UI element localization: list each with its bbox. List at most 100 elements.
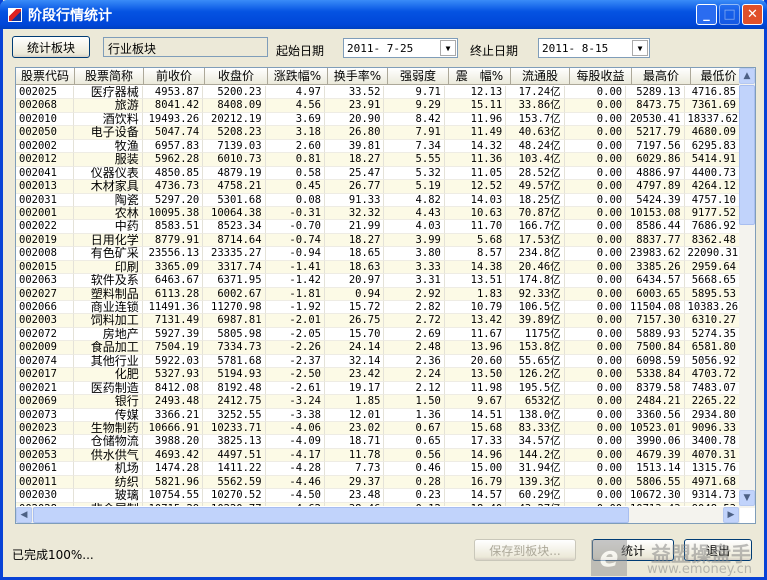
cell-float-shares: 234.8亿	[506, 247, 565, 261]
column-header-turnover[interactable]: 换手率%	[328, 68, 388, 85]
table-row[interactable]: 002031 陶瓷 5297.20 5301.68 0.08 91.33 4.82 14.03…	[16, 193, 740, 207]
stat-block-button[interactable]: 统计板块	[12, 36, 90, 58]
cell-name: 银行	[74, 395, 143, 409]
table-row[interactable]: 002027 塑料制品 6113.28 6002.67 -1.81 0.94 2.92 1.8…	[16, 287, 740, 301]
title-bar[interactable]: 阶段行情统计 _ □ ✕	[0, 0, 767, 29]
table-row[interactable]: 002012 服装 5962.28 6010.73 0.81 18.27 5.55 11.36…	[16, 153, 740, 167]
table-row[interactable]: 002069 银行 2493.48 2412.75 -3.24 1.85 1.50 9.67 6…	[16, 395, 740, 409]
cell-turnover: 23.02	[325, 421, 385, 436]
cell-code: 002023	[16, 421, 75, 436]
cell-close: 20212.19	[203, 112, 266, 127]
maximize-icon[interactable]: □	[719, 4, 740, 25]
cell-amplitude: 9.67	[444, 395, 507, 409]
column-header-float-shares[interactable]: 流通股	[511, 68, 570, 85]
cell-code: 002072	[16, 327, 75, 342]
table-row[interactable]: 002025 医疗器械 4953.87 5200.23 4.97 33.52 9.71 12.…	[16, 86, 740, 100]
scroll-up-icon[interactable]: ▲	[739, 68, 755, 84]
column-header-prev-close[interactable]: 前收价	[144, 68, 205, 85]
cell-float-shares: 33.86亿	[506, 99, 565, 113]
save-to-block-button[interactable]: 保存到板块...	[474, 539, 576, 561]
cell-strength: 4.82	[384, 193, 445, 207]
column-header-amplitude[interactable]: 震 幅%	[449, 68, 511, 85]
table-row[interactable]: 002022 中药 8583.51 8523.34 -0.70 21.99 4.03 11.7…	[16, 220, 740, 234]
table-row[interactable]: 002030 玻璃 10754.55 10270.52 -4.50 23.48 0.23 14…	[16, 489, 740, 503]
table-row[interactable]: 002019 日用化学 8779.91 8714.64 -0.74 18.27 3.99 5.…	[16, 233, 740, 248]
cell-low: 4971.68	[684, 475, 740, 490]
cell-eps: 0.00	[564, 381, 627, 396]
table-row[interactable]: 002001 农林 10095.38 10064.38 -0.31 32.32 4.43 10…	[16, 206, 740, 221]
cell-turnover: 18.27	[325, 233, 385, 248]
table-row[interactable]: 002053 供水供气 4693.42 4497.51 -4.17 11.78 0.56 14…	[16, 448, 740, 463]
table-row[interactable]: 002063 软件及系 6463.67 6371.95 -1.42 20.97 3.31 13…	[16, 274, 740, 288]
table-row[interactable]: 002023 生物制药 10666.91 10233.71 -4.06 23.02 0.67…	[16, 421, 740, 436]
table-row[interactable]: 002068 旅游 8041.42 8408.09 4.56 23.91 9.29 15.11…	[16, 99, 740, 113]
cell-turnover: 1.85	[325, 395, 385, 409]
cell-amplitude: 14.38	[444, 260, 507, 275]
cell-strength: 0.56	[384, 448, 445, 463]
cell-strength: 2.69	[384, 327, 445, 342]
vertical-scrollbar[interactable]: ▲ ▼	[739, 68, 755, 508]
cell-prev-close: 6957.83	[142, 139, 204, 154]
cell-float-shares: 39.89亿	[506, 314, 565, 328]
cell-close: 8408.09	[203, 99, 266, 113]
table-row[interactable]: 002072 房地产 5927.39 5805.98 -2.05 15.70 2.69 11.…	[16, 327, 740, 342]
table-row[interactable]: 002066 商业连锁 11491.36 11270.98 -1.92 15.72 2.82…	[16, 301, 740, 315]
table-row[interactable]: 002013 木材家具 4736.73 4758.21 0.45 26.77 5.19 12.…	[16, 180, 740, 194]
close-icon[interactable]: ✕	[742, 4, 763, 25]
table-row[interactable]: 002009 食品加工 7504.19 7334.73 -2.26 24.14 2.48 13…	[16, 341, 740, 355]
table-row[interactable]: 002010 酒饮料 19493.26 20212.19 3.69 20.90 8.42 11…	[16, 112, 740, 127]
horizontal-scroll-thumb[interactable]	[33, 507, 629, 523]
scroll-left-icon[interactable]: ◀	[16, 507, 32, 523]
column-header-change-pct[interactable]: 涨跌幅%	[268, 68, 328, 85]
column-header-code[interactable]: 股票代码	[16, 68, 75, 85]
table-row[interactable]: 002003 饲料加工 7131.49 6987.81 -2.01 26.75 2.72 13…	[16, 314, 740, 328]
column-header-name[interactable]: 股票简称	[75, 68, 144, 85]
cell-close: 6987.81	[203, 314, 266, 328]
cell-turnover: 32.32	[325, 206, 385, 221]
table-row[interactable]: 002050 电子设备 5047.74 5208.23 3.18 26.80 7.91 11.…	[16, 126, 740, 140]
chevron-down-icon[interactable]: ▼	[440, 40, 456, 56]
table-row[interactable]: 002017 化肥 5327.93 5194.93 -2.50 23.42 2.24 13.5…	[16, 368, 740, 382]
table-row[interactable]: 002015 印刷 3365.09 3317.74 -1.41 18.63 3.33 14.3…	[16, 260, 740, 275]
cell-prev-close: 5327.93	[142, 368, 204, 382]
cell-float-shares: 144.2亿	[506, 448, 565, 463]
column-header-eps[interactable]: 每股收益	[570, 68, 632, 85]
cell-close: 7139.03	[203, 139, 266, 154]
column-header-close[interactable]: 收盘价	[205, 68, 268, 85]
cell-strength: 2.48	[384, 341, 445, 355]
table-row[interactable]: 002021 医药制造 8412.08 8192.48 -2.61 19.17 2.12 11…	[16, 381, 740, 396]
end-date-picker[interactable]: 2011- 8-15 ▼	[538, 38, 650, 58]
cell-amplitude: 14.03	[444, 193, 507, 207]
cell-turnover: 24.14	[325, 341, 385, 355]
chevron-down-icon[interactable]: ▼	[632, 40, 648, 56]
cell-close: 6002.67	[203, 287, 266, 301]
table-row[interactable]: 002008 有色矿采 23556.13 23335.27 -0.94 18.65 3.80…	[16, 247, 740, 261]
minimize-icon[interactable]: _	[696, 4, 717, 25]
cell-change-pct: 2.60	[265, 139, 325, 154]
scroll-right-icon[interactable]: ▶	[723, 507, 739, 523]
table-row[interactable]: 002002 牧渔 6957.83 7139.03 2.60 39.81 7.34 14.32…	[16, 139, 740, 154]
table-row[interactable]: 002028非金属制10715.2910220.77-4.6238.460.12…	[16, 502, 740, 506]
cell-low: 4070.31	[684, 448, 740, 463]
cell-close: 4879.19	[203, 166, 266, 181]
vertical-scroll-thumb[interactable]	[739, 85, 755, 225]
cell-change-pct: -0.70	[265, 220, 325, 234]
cell-close: 3825.13	[203, 435, 266, 449]
column-header-strength[interactable]: 强弱度	[388, 68, 449, 85]
start-date-picker[interactable]: 2011- 7-25 ▼	[343, 38, 458, 58]
cell-code: 002013	[16, 180, 75, 194]
cell-amplitude: 14.32	[444, 139, 507, 154]
table-row[interactable]: 002061 机场 1474.28 1411.22 -4.28 7.73 0.46 15.00…	[16, 462, 740, 476]
cell-prev-close: 8583.51	[142, 220, 204, 234]
cell-code: 002074	[16, 354, 75, 369]
table-row[interactable]: 002011 纺织 5821.96 5562.59 -4.46 29.37 0.28 16.7…	[16, 475, 740, 490]
table-row[interactable]: 002062 仓储物流 3988.20 3825.13 -4.09 18.71 0.65 17…	[16, 435, 740, 449]
scroll-down-icon[interactable]: ▼	[739, 490, 755, 506]
table-row[interactable]: 002073 传媒 3366.21 3252.55 -3.38 12.01 1.36 14.5…	[16, 408, 740, 422]
column-header-high[interactable]: 最高价	[632, 68, 691, 85]
end-date-value: 2011- 8-15	[542, 42, 609, 55]
table-row[interactable]: 002041 仪器仪表 4850.85 4879.19 0.58 25.47 5.32 11.…	[16, 166, 740, 181]
table-row[interactable]: 002074 其他行业 5922.03 5781.68 -2.37 32.14 2.36 20…	[16, 354, 740, 369]
cell-prev-close: 8041.42	[142, 99, 204, 113]
horizontal-scrollbar[interactable]: ◀ ▶	[16, 507, 740, 523]
